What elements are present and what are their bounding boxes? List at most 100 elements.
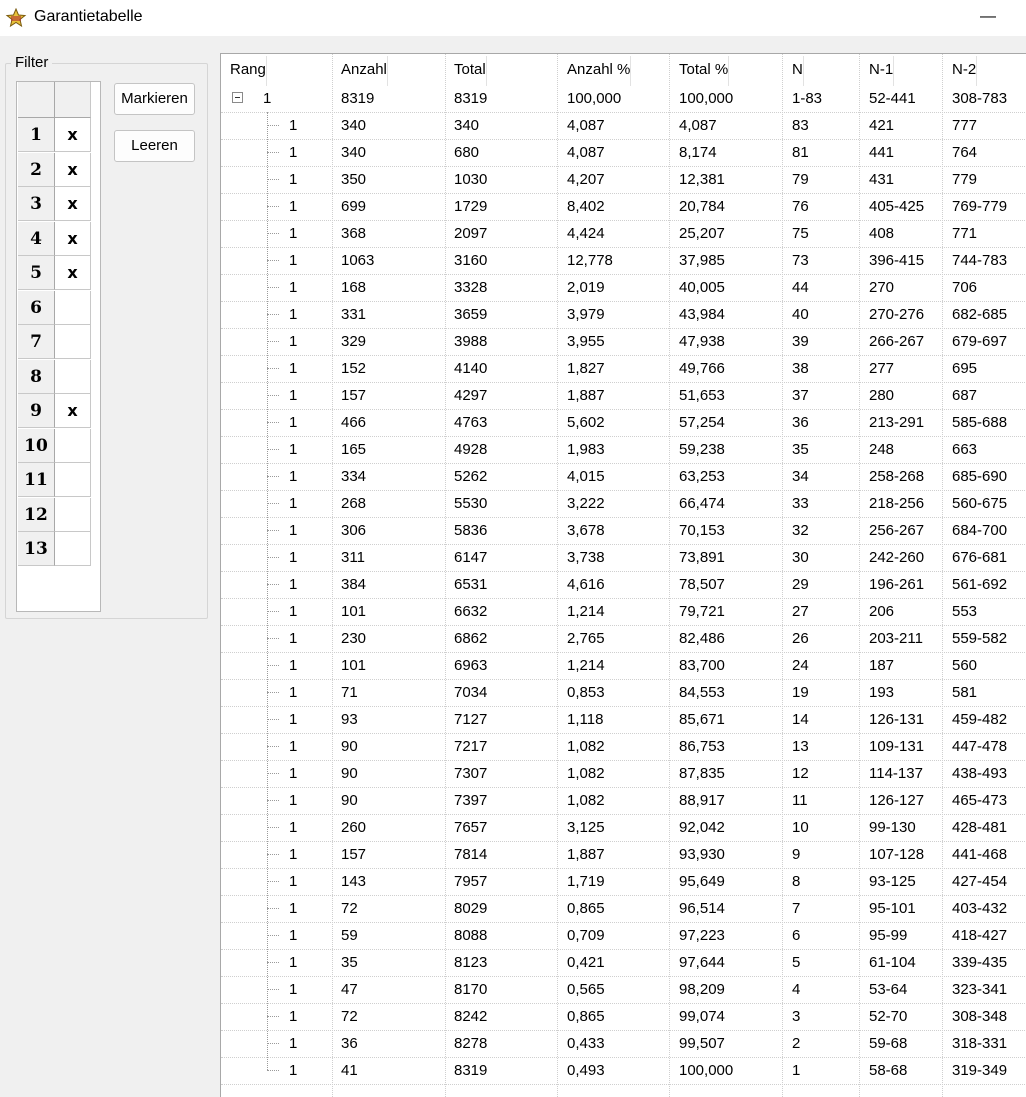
table-cell: 20,784 — [679, 198, 725, 215]
column-header[interactable]: N — [792, 56, 804, 86]
table-row[interactable]: 1 36 8278 0,433 99,507 2 59-68 318-331 — [221, 1030, 1026, 1058]
filter-row[interactable]: 6 — [18, 290, 91, 325]
column-header[interactable]: N-1 — [869, 56, 895, 86]
filter-row[interactable]: 8 — [18, 359, 91, 394]
table-row[interactable]: 1 260 7657 3,125 92,042 10 99-130 428-481 — [221, 814, 1026, 842]
markieren-button[interactable]: Markieren — [114, 83, 195, 115]
collapse-icon[interactable] — [232, 92, 243, 103]
filter-row[interactable]: 11 — [18, 463, 91, 497]
guarantee-tree-table[interactable]: Rang Anzahl Total Anzahl % Total % N N-1 N-2 18… — [220, 53, 1026, 1097]
filter-header — [18, 82, 91, 118]
table-cell: 1 — [289, 252, 298, 269]
table-row[interactable]: 1 699 1729 8,402 20,784 76 405-425 769-779 — [221, 193, 1026, 221]
table-row[interactable]: 1 329 3988 3,955 47,938 39 266-267 679-697 — [221, 328, 1026, 356]
table-row[interactable]: 1 157 4297 1,887 51,653 37 280 687 — [221, 382, 1026, 410]
table-row[interactable]: 1 168 3328 2,019 40,005 44 270 706 — [221, 274, 1026, 302]
table-row[interactable]: 1 143 7957 1,719 95,649 8 93-125 427-454 — [221, 868, 1026, 896]
table-row[interactable]: 1 93 7127 1,118 85,671 14 126-131 459-482 — [221, 706, 1026, 734]
filter-row-mark[interactable] — [55, 463, 91, 497]
table-row[interactable]: 1 90 7307 1,082 87,835 12 114-137 438-493 — [221, 760, 1026, 788]
table-cell: 769-779 — [952, 198, 1008, 215]
column-header[interactable]: Anzahl % — [567, 56, 632, 86]
table-row[interactable]: 1 350 1030 4,207 12,381 79 431 779 — [221, 166, 1026, 194]
filter-list[interactable]: 1 x 2 x 3 x 4 x 5 x 6 7 8 9 x 10 11 12 13 — [16, 81, 101, 612]
filter-row-mark[interactable]: x — [55, 118, 91, 152]
table-row[interactable]: 1 466 4763 5,602 57,254 36 213-291 585-688 — [221, 409, 1026, 437]
filter-row-mark[interactable]: x — [55, 394, 91, 428]
table-cell: 1 — [289, 792, 298, 809]
table-row[interactable]: 1 90 7397 1,082 88,917 11 126-127 465-473 — [221, 787, 1026, 815]
table-row[interactable]: 1 101 6632 1,214 79,721 27 206 553 — [221, 598, 1026, 626]
filter-row[interactable]: 3x — [18, 187, 91, 221]
table-row[interactable]: 1 311 6147 3,738 73,891 30 242-260 676-681 — [221, 544, 1026, 572]
table-row[interactable]: 1 101 6963 1,214 83,700 24 187 560 — [221, 652, 1026, 680]
table-row[interactable]: 1 90 7217 1,082 86,753 13 109-131 447-478 — [221, 733, 1026, 761]
table-cell: 7397 — [454, 792, 488, 809]
filter-row-mark[interactable]: x — [55, 187, 91, 221]
filter-row-mark[interactable] — [55, 497, 91, 532]
table-cell: 47,938 — [679, 333, 725, 350]
filter-row[interactable]: 7 — [18, 325, 91, 359]
filter-row[interactable]: 10 — [18, 428, 91, 463]
filter-row-mark[interactable]: x — [55, 221, 91, 256]
table-row[interactable]: 1 306 5836 3,678 70,153 32 256-267 684-700 — [221, 517, 1026, 545]
column-header[interactable]: Total % — [679, 56, 730, 86]
minimize-button[interactable]: — — [968, 0, 1008, 36]
filter-row-mark[interactable]: x — [55, 152, 91, 187]
column-header[interactable]: Rang — [230, 56, 267, 86]
table-row[interactable]: 1 268 5530 3,222 66,474 33 218-256 560-675 — [221, 490, 1026, 518]
table-row[interactable]: 1 340 680 4,087 8,174 81 441 764 — [221, 139, 1026, 167]
table-cell: 70,153 — [679, 522, 725, 539]
table-row[interactable]: 1 71 7034 0,853 84,553 19 193 581 — [221, 679, 1026, 707]
filter-row-mark[interactable] — [55, 359, 91, 394]
filter-row[interactable]: 13 — [18, 532, 91, 566]
filter-row-mark[interactable] — [55, 290, 91, 325]
filter-row[interactable]: 1x — [18, 118, 91, 152]
table-cell: 8242 — [454, 1008, 488, 1025]
table-cell: 7307 — [454, 765, 488, 782]
table-row[interactable]: 1 157 7814 1,887 93,930 9 107-128 441-468 — [221, 841, 1026, 869]
tree-branch-line — [267, 341, 279, 342]
filter-row-mark[interactable]: x — [55, 256, 91, 290]
tree-branch-line — [267, 827, 279, 828]
table-row[interactable]: 1 165 4928 1,983 59,238 35 248 663 — [221, 436, 1026, 464]
filter-row-mark[interactable] — [55, 532, 91, 566]
filter-row-mark[interactable] — [55, 325, 91, 359]
table-row[interactable]: 1 152 4140 1,827 49,766 38 277 695 — [221, 355, 1026, 383]
column-header[interactable]: N-2 — [952, 56, 978, 86]
table-cell: 213-291 — [869, 414, 925, 431]
table-cell: 11 — [792, 792, 808, 809]
table-cell: 1 — [289, 171, 298, 188]
table-row[interactable]: 1 230 6862 2,765 82,486 26 203-211 559-582 — [221, 625, 1026, 653]
table-row[interactable]: 1 331 3659 3,979 43,984 40 270-276 682-685 — [221, 301, 1026, 329]
table-row[interactable]: 1 384 6531 4,616 78,507 29 196-261 561-692 — [221, 571, 1026, 599]
table-row[interactable]: 1 334 5262 4,015 63,253 34 258-268 685-690 — [221, 463, 1026, 491]
table-row[interactable]: 1 72 8029 0,865 96,514 7 95-101 403-432 — [221, 895, 1026, 923]
filter-row[interactable]: 9x — [18, 394, 91, 428]
filter-row[interactable]: 4x — [18, 221, 91, 256]
table-cell: 93-125 — [869, 873, 916, 890]
column-header[interactable]: Total — [454, 56, 487, 86]
leeren-button[interactable]: Leeren — [114, 130, 195, 162]
table-row[interactable]: 1 1063 3160 12,778 37,985 73 396-415 744-783 — [221, 247, 1026, 275]
filter-row-mark[interactable] — [55, 428, 91, 463]
table-row[interactable]: 1 340 340 4,087 4,087 83 421 777 — [221, 112, 1026, 140]
table-cell: 95,649 — [679, 873, 725, 890]
table-cell: 59 — [341, 927, 358, 944]
table-row[interactable]: 1 35 8123 0,421 97,644 5 61-104 339-435 — [221, 949, 1026, 977]
table-row[interactable]: 1 41 8319 0,493 100,000 1 58-68 319-349 — [221, 1057, 1026, 1085]
table-row[interactable]: 1 368 2097 4,424 25,207 75 408 771 — [221, 220, 1026, 248]
table-row[interactable]: 1 72 8242 0,865 99,074 3 52-70 308-348 — [221, 1003, 1026, 1031]
table-cell: 340 — [341, 144, 367, 161]
filter-row-number: 13 — [18, 532, 55, 566]
column-header[interactable]: Anzahl — [341, 56, 388, 86]
filter-row[interactable]: 12 — [18, 497, 91, 532]
filter-row[interactable]: 5x — [18, 256, 91, 290]
table-row[interactable]: 1 47 8170 0,565 98,209 4 53-64 323-341 — [221, 976, 1026, 1004]
table-row[interactable]: 1 59 8088 0,709 97,223 6 95-99 418-427 — [221, 922, 1026, 950]
table-cell: 5530 — [454, 495, 488, 512]
tree-root-row[interactable]: 1 8319 8319 100,000 100,000 1-83 52-441 308-783 — [221, 85, 1026, 113]
table-cell: 39 — [792, 333, 809, 350]
filter-row[interactable]: 2x — [18, 152, 91, 187]
table-cell: 340 — [454, 117, 480, 134]
